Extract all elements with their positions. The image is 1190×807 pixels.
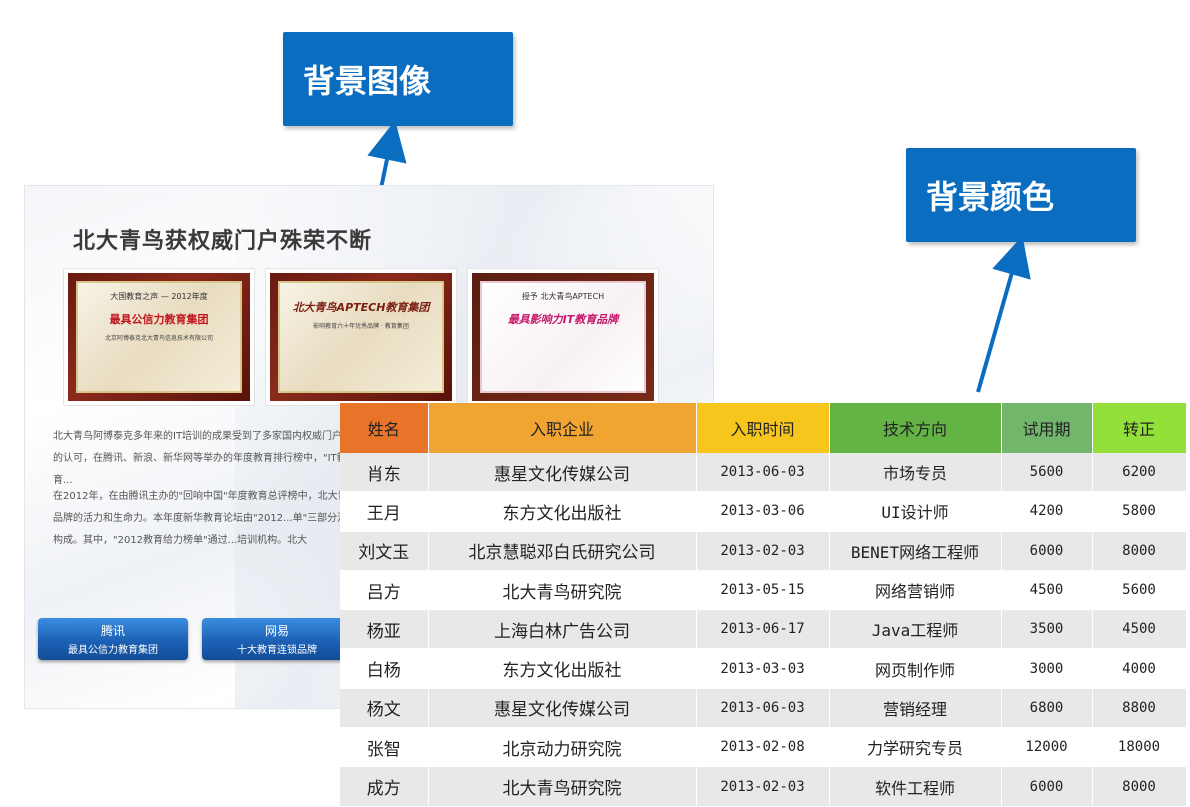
cell-name: 吕方 (340, 570, 429, 611)
header-name: 姓名 (340, 403, 429, 453)
cell-regular: 8000 (1092, 531, 1187, 571)
cell-name: 张智 (340, 727, 429, 768)
plaque-2-main: 北大青鸟APTECH教育集团 (292, 301, 430, 314)
cell-probation: 12000 (1001, 727, 1093, 768)
header-company: 入职企业 (428, 403, 697, 453)
table-row: 吕方 北大青鸟研究院 2013-05-15 网络营销师 4500 5600 (340, 570, 1187, 611)
cell-probation: 6000 (1001, 531, 1093, 571)
cell-company: 惠星文化传媒公司 (428, 453, 697, 493)
cell-tech-direction: 力学研究专员 (829, 727, 1002, 768)
arrow-background-color (976, 235, 1031, 393)
cell-probation: 6000 (1001, 766, 1093, 807)
cell-name: 成方 (340, 766, 429, 807)
cell-company: 东方文化出版社 (428, 648, 697, 689)
cell-hire-date: 2013-06-03 (696, 453, 830, 493)
cell-company: 惠星文化传媒公司 (428, 688, 697, 729)
cell-hire-date: 2013-05-15 (696, 570, 830, 611)
cell-name: 肖东 (340, 453, 429, 493)
cell-regular: 18000 (1092, 727, 1187, 768)
header-regular: 转正 (1092, 403, 1187, 453)
table-row: 杨亚 上海白林广告公司 2013-06-17 Java工程师 3500 4500 (340, 609, 1187, 650)
cell-name: 王月 (340, 491, 429, 532)
award-plaque-1: 大国教育之声 — 2012年度 最具公信力教育集团 北京阿博泰克北大青鸟信息技术… (63, 268, 255, 406)
table-row: 成方 北大青鸟研究院 2013-02-03 软件工程师 6000 8000 (340, 766, 1187, 807)
cell-regular: 4000 (1092, 648, 1187, 689)
cell-hire-date: 2013-02-08 (696, 727, 830, 768)
header-probation: 试用期 (1001, 403, 1093, 453)
intro-paragraph: 北大青鸟阿博泰克多年来的IT培训的成果受到了多家国内权威门户网站的认可，在腾讯、… (53, 431, 363, 486)
table-row: 张智 北京动力研究院 2013-02-08 力学研究专员 12000 18000 (340, 727, 1187, 768)
cell-hire-date: 2013-02-03 (696, 766, 830, 807)
cell-regular: 5600 (1092, 570, 1187, 611)
cell-company: 北京慧聪邓白氏研究公司 (428, 531, 697, 571)
cell-company: 北大青鸟研究院 (428, 570, 697, 611)
cell-tech-direction: 网络营销师 (829, 570, 1002, 611)
cell-hire-date: 2013-03-03 (696, 648, 830, 689)
cell-regular: 6200 (1092, 453, 1187, 493)
cell-tech-direction: 市场专员 (829, 453, 1002, 493)
page-title: 北大青鸟获权威门户殊荣不断 (73, 229, 373, 254)
cell-regular: 8800 (1092, 688, 1187, 729)
tab-netease-title: 网易 (264, 624, 289, 638)
cell-company: 北京动力研究院 (428, 727, 697, 768)
cell-probation: 4200 (1001, 491, 1093, 532)
cell-name: 杨亚 (340, 609, 429, 650)
tab-netease[interactable]: 网易 十大教育连锁品牌 (202, 618, 352, 660)
tab-netease-subtitle: 十大教育连锁品牌 (237, 645, 317, 656)
cell-probation: 3500 (1001, 609, 1093, 650)
header-tech-direction: 技术方向 (829, 403, 1002, 453)
cell-hire-date: 2013-06-17 (696, 609, 830, 650)
cell-company: 上海白林广告公司 (428, 609, 697, 650)
cell-company: 北大青鸟研究院 (428, 766, 697, 807)
employee-table: 姓名 入职企业 入职时间 技术方向 试用期 转正 肖东 惠星文化传媒公司 2013-… (340, 403, 1187, 807)
table-row: 杨文 惠星文化传媒公司 2013-06-03 营销经理 6800 8800 (340, 688, 1187, 729)
table-row: 白杨 东方文化出版社 2013-03-03 网页制作师 3000 4000 (340, 648, 1187, 689)
cell-probation: 5600 (1001, 453, 1093, 493)
cell-tech-direction: BENET网络工程师 (829, 531, 1002, 571)
table-header-row: 姓名 入职企业 入职时间 技术方向 试用期 转正 (340, 403, 1187, 453)
tab-tencent-title: 腾讯 (100, 624, 125, 638)
plaque-1-main: 最具公信力教育集团 (109, 313, 209, 326)
cell-tech-direction: 营销经理 (829, 688, 1002, 729)
award-plaque-2: 北大青鸟APTECH教育集团 影响教育六十年优秀品牌 · 教育集团 (265, 268, 457, 406)
cell-company: 东方文化出版社 (428, 491, 697, 532)
award-plaque-3: 授予 北大青鸟APTECH 最具影响力IT教育品牌 (467, 268, 659, 406)
table-row: 王月 东方文化出版社 2013-03-06 UI设计师 4200 5800 (340, 491, 1187, 532)
cell-probation: 4500 (1001, 570, 1093, 611)
plaque-3-main: 最具影响力IT教育品牌 (507, 313, 619, 326)
plaque-1-sub: 北京阿博泰克北大青鸟信息技术有限公司 (104, 335, 213, 342)
cell-regular: 4500 (1092, 609, 1187, 650)
table-row: 肖东 惠星文化传媒公司 2013-06-03 市场专员 5600 6200 (340, 453, 1187, 493)
cell-tech-direction: Java工程师 (829, 609, 1002, 650)
cell-tech-direction: 网页制作师 (829, 648, 1002, 689)
table-row: 刘文玉 北京慧聪邓白氏研究公司 2013-02-03 BENET网络工程师 6000 80… (340, 531, 1187, 571)
cell-regular: 5800 (1092, 491, 1187, 532)
plaque-3-top: 授予 北大青鸟APTECH (521, 292, 605, 301)
detail-paragraph: 在2012年，在由腾讯主办的"回响中国"年度教育总评榜中，北大青鸟品牌的活力和生… (53, 491, 358, 546)
table-body: 肖东 惠星文化传媒公司 2013-06-03 市场专员 5600 6200 王月 东方文化出版… (340, 453, 1187, 807)
plaque-1-top: 大国教育之声 — 2012年度 (110, 292, 208, 301)
cell-regular: 8000 (1092, 766, 1187, 807)
tab-tencent-subtitle: 最具公信力教育集团 (68, 645, 158, 656)
header-hire-date: 入职时间 (696, 403, 830, 453)
plaque-2-sub: 影响教育六十年优秀品牌 · 教育集团 (313, 323, 409, 330)
cell-hire-date: 2013-02-03 (696, 531, 830, 571)
cell-hire-date: 2013-03-06 (696, 491, 830, 532)
cell-probation: 3000 (1001, 648, 1093, 689)
cell-name: 白杨 (340, 648, 429, 689)
cell-probation: 6800 (1001, 688, 1093, 729)
cell-name: 杨文 (340, 688, 429, 729)
cell-tech-direction: 软件工程师 (829, 766, 1002, 807)
cell-name: 刘文玉 (340, 531, 429, 571)
cell-tech-direction: UI设计师 (829, 491, 1002, 532)
cell-hire-date: 2013-06-03 (696, 688, 830, 729)
tab-tencent[interactable]: 腾讯 最具公信力教育集团 (38, 618, 188, 660)
